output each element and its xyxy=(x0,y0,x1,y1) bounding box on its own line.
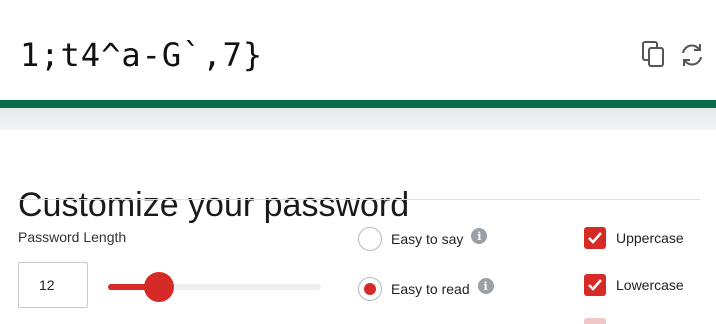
checkbox-partial[interactable] xyxy=(584,318,606,324)
generated-password: 1;t4^a-G`,7} xyxy=(20,36,264,74)
password-length-label: Password Length xyxy=(18,229,127,245)
checkbox-uppercase[interactable]: Uppercase xyxy=(584,227,684,249)
checkbox[interactable] xyxy=(584,274,606,296)
section-divider xyxy=(0,108,716,130)
checkmark-icon xyxy=(588,232,602,244)
copy-button[interactable] xyxy=(640,40,668,70)
radio-button[interactable] xyxy=(358,227,382,251)
password-length-input[interactable] xyxy=(18,262,88,308)
checkbox-label: Lowercase xyxy=(616,277,684,293)
title-divider xyxy=(18,199,700,200)
checkbox-label: Uppercase xyxy=(616,230,684,246)
radio-button[interactable] xyxy=(358,277,382,301)
checkmark-icon xyxy=(588,279,602,291)
generated-password-card: 1;t4^a-G`,7} xyxy=(0,0,716,100)
info-icon[interactable]: i xyxy=(477,278,494,294)
radio-easy-to-read[interactable]: Easy to read i xyxy=(358,277,494,301)
password-strength-bar xyxy=(0,100,716,108)
checkbox-lowercase[interactable]: Lowercase xyxy=(584,274,684,296)
regenerate-button[interactable] xyxy=(678,40,706,70)
section-title: Customize your password xyxy=(18,186,410,225)
checkbox[interactable] xyxy=(584,227,606,249)
password-length-slider[interactable] xyxy=(108,272,321,302)
radio-label: Easy to say xyxy=(391,231,464,247)
info-icon[interactable]: i xyxy=(471,228,488,244)
radio-easy-to-say[interactable]: Easy to say i xyxy=(358,227,488,251)
copy-icon xyxy=(642,41,664,67)
radio-label: Easy to read xyxy=(391,281,470,297)
refresh-icon xyxy=(682,44,702,66)
slider-thumb[interactable] xyxy=(144,272,175,302)
